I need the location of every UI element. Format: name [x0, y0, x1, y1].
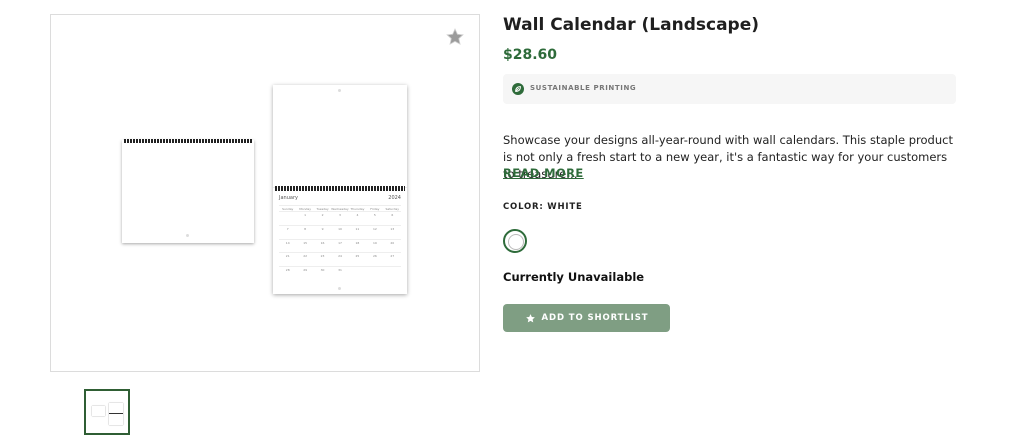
calendar-day-cell: 4: [348, 211, 367, 225]
thumbnail-calendar-open: [109, 403, 123, 425]
calendar-day-cell: 16: [313, 238, 332, 253]
calendar-day-cell: [279, 211, 297, 225]
calendar-day-cell: 28: [279, 266, 297, 280]
page-dot: [186, 234, 189, 237]
calendar-day-cell: 17: [331, 238, 349, 253]
spiral-binding: [275, 186, 405, 191]
swatch-fill: [508, 234, 524, 250]
star-icon: [525, 313, 535, 322]
calendar-day-cell: 12: [366, 224, 384, 239]
page-dot: [338, 287, 341, 290]
product-thumbnail[interactable]: [84, 389, 130, 435]
calendar-day-cell: 11: [348, 224, 367, 239]
add-to-shortlist-button[interactable]: ADD TO SHORTLIST: [503, 304, 670, 332]
availability-status: Currently Unavailable: [503, 270, 645, 284]
calendar-day-cell: 29: [296, 266, 314, 280]
calendar-day-cell: 19: [366, 238, 384, 253]
calendar-grid: Sunday Monday Tuesday Wednesday Thursday Frid…: [279, 205, 401, 280]
calendar-top-page: [273, 85, 407, 188]
calendar-day-cell: 10: [331, 224, 349, 239]
color-label: COLOR: WHITE: [503, 202, 583, 212]
product-price: $28.60: [503, 47, 558, 63]
calendar-month-page: January 2024 Sunday Monday Tuesday Wednesda…: [273, 193, 407, 294]
sustainable-printing-badge: SUSTAINABLE PRINTING: [503, 74, 956, 104]
calendar-day-cell: 21: [279, 252, 297, 266]
calendar-day-cell: 1: [296, 211, 314, 225]
page-dot: [338, 89, 341, 92]
calendar-day-cell: 14: [279, 238, 297, 253]
read-more-link[interactable]: READ MORE: [503, 166, 584, 180]
calendar-day-cell: 8: [296, 224, 314, 239]
product-title: Wall Calendar (Landscape): [503, 15, 760, 35]
calendar-day-cell: 23: [313, 252, 332, 266]
calendar-day-cell: 30: [313, 266, 332, 280]
calendar-day-cell: 15: [296, 238, 314, 253]
favorite-star-icon[interactable]: [445, 27, 465, 47]
calendar-day-cell: 7: [279, 224, 297, 239]
color-swatch-white[interactable]: [503, 229, 527, 253]
calendar-closed-preview: [122, 139, 254, 243]
calendar-day-cell: [366, 266, 384, 280]
badge-label: SUSTAINABLE PRINTING: [530, 84, 637, 92]
calendar-day-cell: 2: [313, 211, 332, 225]
calendar-day-cell: 13: [383, 224, 401, 239]
calendar-day-cell: 3: [331, 211, 349, 225]
calendar-year: 2024: [388, 195, 401, 201]
calendar-day-cell: [383, 266, 401, 280]
calendar-day-cell: [348, 266, 367, 280]
calendar-day-cell: 9: [313, 224, 332, 239]
calendar-day-cell: 5: [366, 211, 384, 225]
product-image-gallery: January 2024 Sunday Monday Tuesday Wednesda…: [50, 14, 480, 372]
thumbnail-calendar-closed: [92, 406, 105, 416]
calendar-open-preview: January 2024 Sunday Monday Tuesday Wednesda…: [273, 85, 407, 294]
leaf-icon: [512, 83, 524, 95]
calendar-day-cell: 25: [348, 252, 367, 266]
calendar-day-cell: 24: [331, 252, 349, 266]
calendar-day-cell: 27: [383, 252, 401, 266]
calendar-day-cell: 20: [383, 238, 401, 253]
calendar-day-cell: 26: [366, 252, 384, 266]
shortlist-label: ADD TO SHORTLIST: [541, 313, 649, 323]
calendar-day-cell: 22: [296, 252, 314, 266]
calendar-day-cell: 18: [348, 238, 367, 253]
calendar-day-cell: 6: [383, 211, 401, 225]
calendar-day-cell: 31: [331, 266, 349, 280]
spiral-binding: [124, 139, 252, 143]
calendar-month: January: [279, 195, 298, 201]
